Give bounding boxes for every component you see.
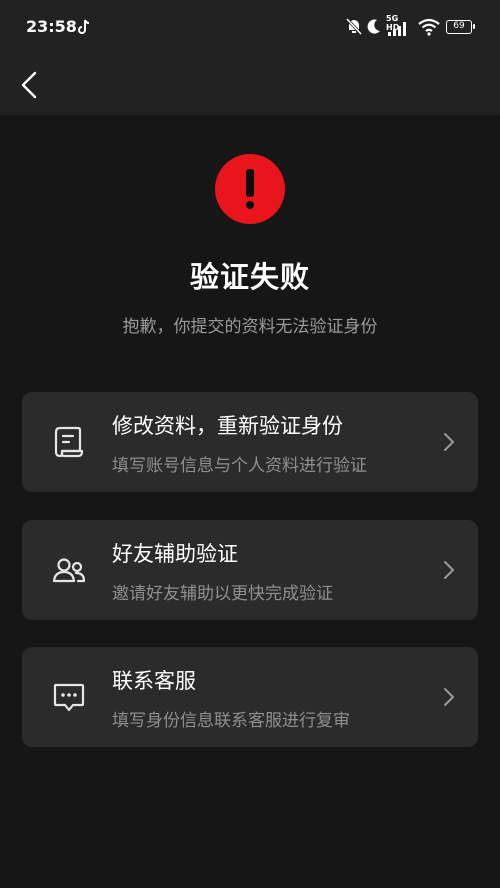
option-title: 修改资料，重新验证身份 <box>112 414 343 438</box>
option-title: 联系客服 <box>112 669 196 693</box>
status-bar: 23:58 5G HD 69 <box>0 0 500 55</box>
option-contact-support[interactable]: 联系客服 填写身份信息联系客服进行复审 <box>22 647 478 747</box>
status-time: 23:58 <box>26 17 77 36</box>
option-desc: 填写账号信息与个人资料进行验证 <box>112 456 367 476</box>
error-exclamation-icon <box>215 154 285 224</box>
chevron-right-icon <box>444 433 454 451</box>
battery-icon: 69 <box>446 20 475 34</box>
page-subtitle: 抱歉，你提交的资料无法验证身份 <box>122 317 378 337</box>
friends-icon <box>52 558 86 583</box>
option-modify-info[interactable]: 修改资料，重新验证身份 填写账号信息与个人资料进行验证 <box>22 392 478 492</box>
option-desc: 填写身份信息联系客服进行复审 <box>112 711 350 731</box>
status-icons: 5G HD 69 <box>346 14 476 38</box>
chevron-right-icon <box>444 688 454 706</box>
nav-bar <box>0 55 500 115</box>
signal-icon <box>388 22 406 36</box>
option-desc: 邀请好友辅助以更快完成验证 <box>112 584 333 604</box>
moon-icon <box>367 19 380 34</box>
chat-bubble-icon <box>53 683 85 712</box>
mute-bell-icon <box>346 17 362 36</box>
wifi-icon <box>418 18 440 36</box>
back-button[interactable] <box>12 67 48 103</box>
document-edit-icon <box>54 426 84 458</box>
option-title: 好友辅助验证 <box>112 542 238 566</box>
option-friend-assist[interactable]: 好友辅助验证 邀请好友辅助以更快完成验证 <box>22 520 478 620</box>
page-title: 验证失败 <box>189 260 310 294</box>
chevron-right-icon <box>444 561 454 579</box>
tiktok-icon <box>78 19 90 34</box>
